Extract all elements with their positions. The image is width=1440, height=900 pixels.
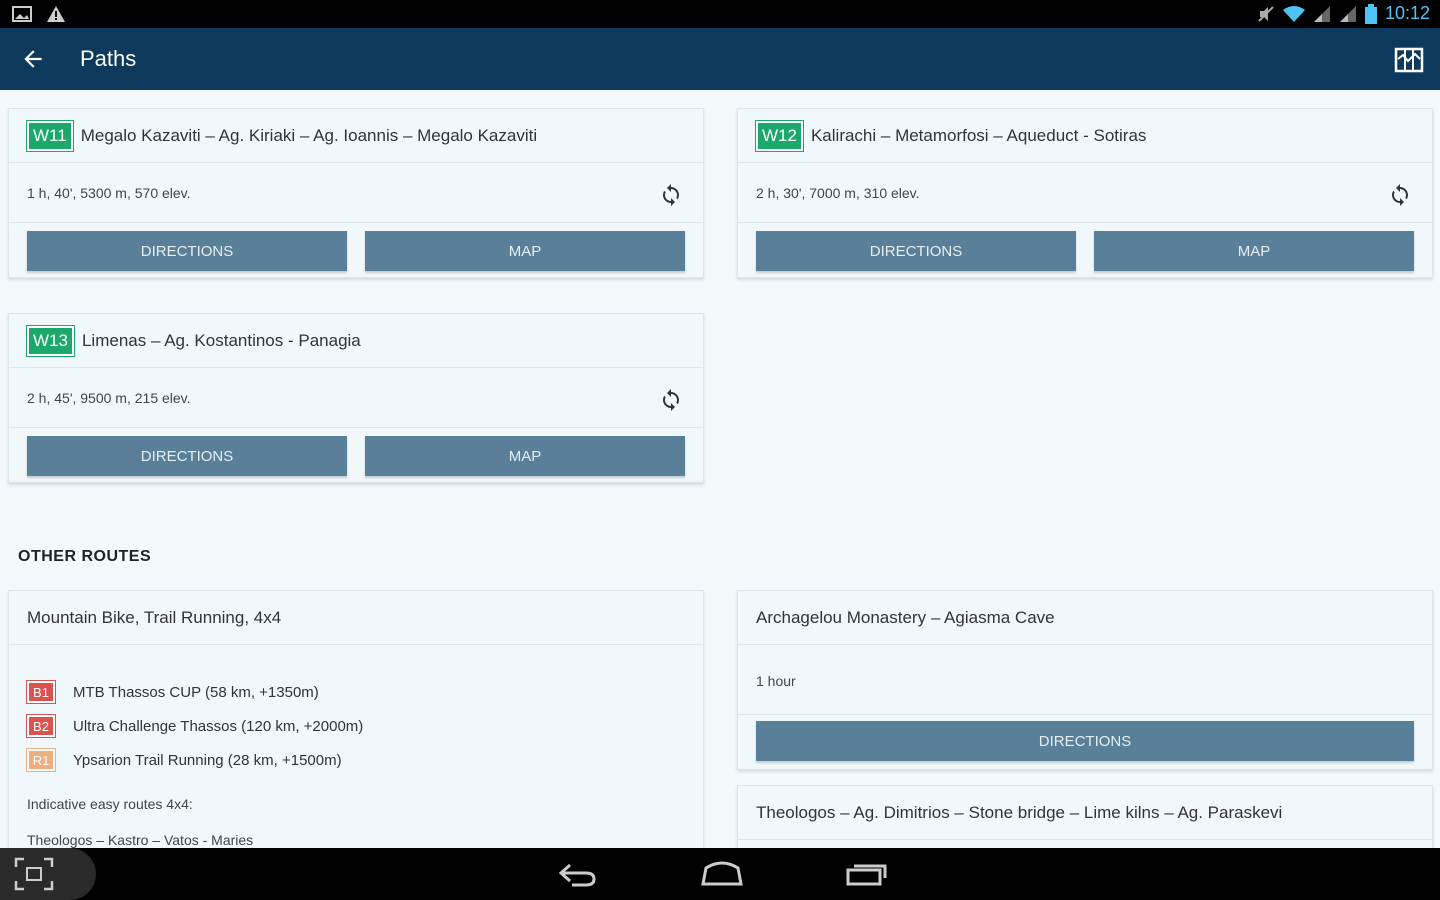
sync-icon[interactable] — [659, 183, 683, 207]
nav-recents-icon[interactable] — [845, 860, 889, 888]
theologos-card: Theologos – Ag. Dimitrios – Stone bridge… — [737, 785, 1433, 848]
app-bar: Paths — [0, 28, 1440, 90]
signal-icon-2 — [1339, 5, 1356, 22]
path-title: Megalo Kazaviti – Ag. Kiriaki – Ag. Ioan… — [80, 125, 538, 145]
easy-routes-note: Indicative easy routes 4x4: — [27, 796, 193, 812]
race-item[interactable]: R1 Ypsarion Trail Running (28 km, +1500m… — [26, 748, 342, 772]
map-button[interactable]: MAP — [1094, 231, 1414, 271]
mtb-title: Mountain Bike, Trail Running, 4x4 — [27, 607, 282, 627]
directions-button[interactable]: DIRECTIONS — [756, 231, 1076, 271]
warning-icon — [47, 6, 65, 22]
path-card-header: W13 Limenas – Ag. Kostantinos - Panagia — [9, 314, 703, 368]
monastery-info: 1 hour — [756, 673, 796, 689]
map-button[interactable]: MAP — [365, 436, 685, 476]
mtb-card-header: Mountain Bike, Trail Running, 4x4 — [9, 591, 703, 645]
race-text: MTB Thassos CUP (58 km, +1350m) — [73, 683, 319, 701]
path-info: 2 h, 30', 7000 m, 310 elev. — [756, 185, 920, 201]
monastery-title: Archagelou Monastery – Agiasma Cave — [756, 607, 1055, 627]
path-title: Limenas – Ag. Kostantinos - Panagia — [81, 330, 361, 350]
signal-icon-1 — [1313, 5, 1330, 22]
map-icon[interactable] — [1394, 45, 1424, 75]
path-info-row: 1 h, 40', 5300 m, 570 elev. — [9, 163, 703, 223]
monastery-info-row: 1 hour — [738, 645, 1432, 715]
path-code-badge: W12 — [755, 119, 804, 152]
battery-icon — [1364, 3, 1377, 24]
wifi-icon — [1282, 5, 1305, 22]
theologos-card-header: Theologos – Ag. Dimitrios – Stone bridge… — [738, 786, 1432, 840]
race-code-badge: R1 — [26, 748, 56, 772]
map-button[interactable]: MAP — [365, 231, 685, 271]
race-text: Ultra Challenge Thassos (120 km, +2000m) — [73, 717, 364, 735]
clock: 10:12 — [1384, 3, 1430, 23]
path-title: Kalirachi – Metamorfosi – Aqueduct - Sot… — [810, 125, 1147, 145]
path-code-badge: W13 — [26, 324, 75, 357]
status-bar: 10:12 — [0, 0, 1440, 28]
path-info: 2 h, 45', 9500 m, 215 elev. — [27, 390, 191, 406]
mute-icon — [1258, 5, 1274, 22]
monastery-card: Archagelou Monastery – Agiasma Cave 1 ho… — [737, 590, 1433, 770]
path-card-w11: W11 Megalo Kazaviti – Ag. Kiriaki – Ag. … — [8, 108, 704, 278]
sync-icon[interactable] — [1388, 183, 1412, 207]
path-info: 1 h, 40', 5300 m, 570 elev. — [27, 185, 191, 201]
easy-route-line[interactable]: Theologos – Kastro – Vatos - Maries — [27, 832, 253, 848]
race-code-badge: B2 — [26, 714, 56, 738]
nav-home-icon[interactable] — [700, 860, 744, 888]
theologos-title: Theologos – Ag. Dimitrios – Stone bridge… — [756, 802, 1283, 822]
sync-icon[interactable] — [659, 388, 683, 412]
path-info-row: 2 h, 30', 7000 m, 310 elev. — [738, 163, 1432, 223]
directions-button[interactable]: DIRECTIONS — [27, 436, 347, 476]
monastery-card-header: Archagelou Monastery – Agiasma Cave — [738, 591, 1432, 645]
path-info-row: 2 h, 45', 9500 m, 215 elev. — [9, 368, 703, 428]
path-card-header: W12 Kalirachi – Metamorfosi – Aqueduct -… — [738, 109, 1432, 163]
system-nav-bar — [0, 848, 1440, 900]
race-item[interactable]: B2 Ultra Challenge Thassos (120 km, +200… — [26, 714, 364, 738]
race-text: Ypsarion Trail Running (28 km, +1500m) — [73, 751, 342, 769]
page-title: Paths — [80, 46, 137, 71]
directions-button[interactable]: DIRECTIONS — [27, 231, 347, 271]
screenshot-icon — [14, 857, 54, 891]
directions-button[interactable]: DIRECTIONS — [756, 721, 1414, 761]
mtb-card: Mountain Bike, Trail Running, 4x4 B1 MTB… — [8, 590, 704, 848]
screenshot-button[interactable] — [0, 848, 96, 900]
back-arrow-icon[interactable] — [20, 46, 46, 72]
race-code-badge: B1 — [26, 680, 56, 704]
path-card-header: W11 Megalo Kazaviti – Ag. Kiriaki – Ag. … — [9, 109, 703, 163]
nav-back-icon[interactable] — [558, 861, 598, 889]
path-code-badge: W11 — [26, 119, 74, 152]
race-item[interactable]: B1 MTB Thassos CUP (58 km, +1350m) — [26, 680, 319, 704]
path-card-w13: W13 Limenas – Ag. Kostantinos - Panagia … — [8, 313, 704, 483]
path-card-w12: W12 Kalirachi – Metamorfosi – Aqueduct -… — [737, 108, 1433, 278]
section-title-other-routes: OTHER ROUTES — [18, 548, 152, 565]
image-notification-icon — [12, 6, 32, 22]
